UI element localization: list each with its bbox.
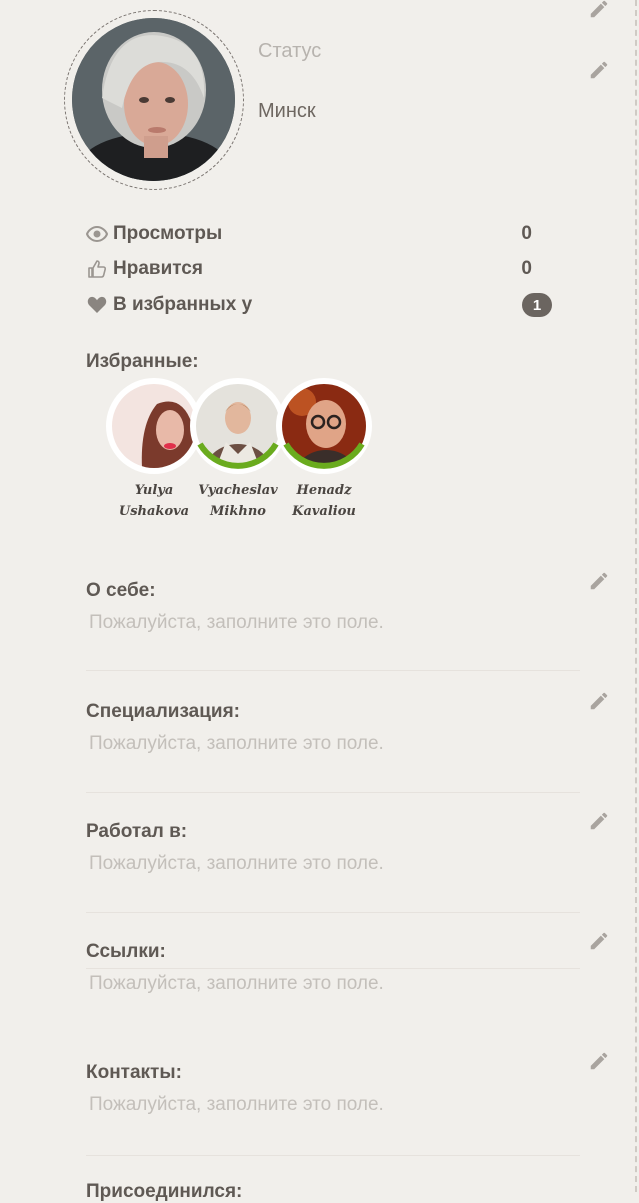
favorite-person[interactable]: Yulya Ushakova — [106, 378, 202, 522]
favorite-last-name: Mikhno — [210, 504, 266, 519]
heart-icon — [86, 294, 108, 316]
stat-likes-label: Нравится — [113, 258, 203, 279]
profile-avatar-frame[interactable] — [64, 10, 244, 190]
favorite-first-name: Yulya — [134, 483, 174, 498]
profile-city: Минск — [258, 100, 316, 122]
section-field[interactable]: Пожалуйста, заполните это поле. — [89, 973, 580, 1011]
divider — [86, 792, 580, 793]
favorite-avatar — [112, 384, 196, 468]
section-links: Ссылки: Пожалуйста, заполните это поле. — [86, 941, 580, 1011]
stat-favorited-label: В избранных у — [113, 294, 253, 315]
favorite-person[interactable]: Henadz Kavaliou — [276, 378, 372, 522]
edit-specialization-pencil-icon[interactable] — [588, 690, 610, 712]
profile-status[interactable]: Статус — [258, 40, 321, 63]
favorite-first-name: Henadz — [296, 483, 352, 498]
eye-icon — [86, 223, 108, 245]
stat-views-row: Просмотры 0 — [86, 221, 552, 247]
edit-name-pencil-icon[interactable] — [588, 0, 610, 20]
section-contacts: Контакты: Пожалуйста, заполните это поле… — [86, 1062, 580, 1132]
edit-links-pencil-icon[interactable] — [588, 930, 610, 952]
section-title: Присоединился: — [86, 1181, 243, 1202]
favorite-last-name: Kavaliou — [292, 504, 356, 519]
section-title: Специализация: — [86, 701, 240, 722]
divider — [86, 1155, 580, 1156]
page-border-dashed — [635, 0, 637, 1192]
stat-favorited-row[interactable]: В избранных у 1 — [86, 292, 552, 318]
section-field[interactable]: Пожалуйста, заполните это поле. — [89, 612, 580, 650]
profile-avatar — [72, 18, 235, 181]
edit-worked-at-pencil-icon[interactable] — [588, 810, 610, 832]
stat-likes-value: 0 — [521, 258, 532, 279]
section-title: Ссылки: — [86, 941, 166, 962]
divider — [86, 968, 580, 969]
favorites-title: Избранные: — [86, 351, 199, 372]
stat-likes-row: Нравится 0 — [86, 256, 552, 282]
favorite-person[interactable]: Vyacheslav Mikhno — [190, 378, 286, 522]
section-specialization: Специализация: Пожалуйста, заполните это… — [86, 701, 580, 771]
section-about: О себе: Пожалуйста, заполните это поле. — [86, 580, 580, 650]
divider — [86, 912, 580, 913]
thumbs-up-icon — [86, 258, 108, 280]
edit-about-pencil-icon[interactable] — [588, 570, 610, 592]
section-title: Работал в: — [86, 821, 188, 842]
divider — [86, 670, 580, 671]
stat-favorited-badge: 1 — [522, 293, 552, 317]
favorite-last-name: Ushakova — [118, 504, 190, 519]
edit-status-pencil-icon[interactable] — [588, 59, 610, 81]
stat-views-value: 0 — [521, 223, 532, 244]
edit-contacts-pencil-icon[interactable] — [588, 1050, 610, 1072]
section-joined: Присоединился: — [86, 1181, 580, 1203]
favorite-first-name: Vyacheslav — [198, 483, 278, 498]
stat-views-label: Просмотры — [113, 223, 223, 244]
section-worked-at: Работал в: Пожалуйста, заполните это пол… — [86, 821, 580, 891]
section-field[interactable]: Пожалуйста, заполните это поле. — [89, 1094, 580, 1132]
section-field[interactable]: Пожалуйста, заполните это поле. — [89, 733, 580, 771]
section-title: Контакты: — [86, 1062, 182, 1083]
online-indicator — [197, 442, 279, 469]
online-indicator — [283, 442, 365, 469]
section-title: О себе: — [86, 580, 156, 601]
section-field[interactable]: Пожалуйста, заполните это поле. — [89, 853, 580, 891]
